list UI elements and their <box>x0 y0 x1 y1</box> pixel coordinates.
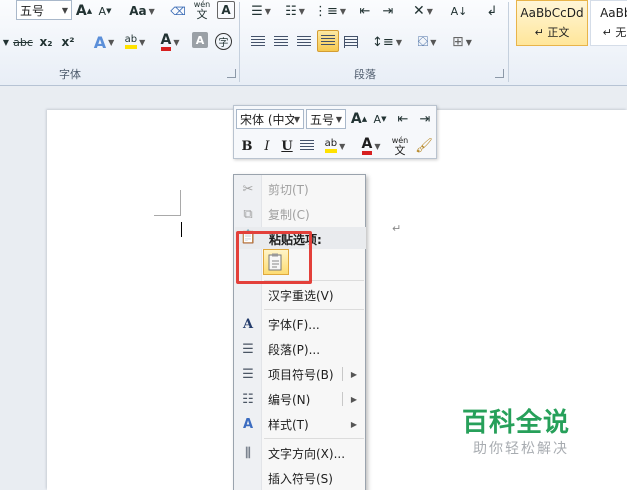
mini-decrease-indent-icon[interactable]: ⇤ <box>394 108 412 130</box>
menu-item-styles[interactable]: A 样式(T) ▶ <box>234 412 365 436</box>
mini-increase-indent-icon[interactable]: ⇥ <box>416 108 434 130</box>
menu-item-cut[interactable]: ✂ 剪切(T) <box>234 177 365 201</box>
superscript-button[interactable]: x² <box>59 31 77 53</box>
menu-item-numbering[interactable]: ☷ 编号(N) ▶ <box>234 387 365 411</box>
font-icon: A <box>242 316 254 332</box>
grow-font-button[interactable]: A ▲ <box>75 0 93 22</box>
align-center-icon[interactable] <box>271 31 291 53</box>
bullets-icon[interactable]: ☰ ▼ <box>248 0 274 22</box>
menu-separator <box>264 438 364 439</box>
style-normal[interactable]: AaBbCcDd ↵ 正文 <box>516 0 588 46</box>
subscript-button[interactable]: x₂ <box>37 31 55 53</box>
context-menu: ✂ 剪切(T) ⧉ 复制(C) 📋 粘贴选项: 汉字重选(V) A 字体(F).… <box>233 174 366 490</box>
enclose-char-button[interactable]: 字 <box>215 33 232 50</box>
style-no-spacing[interactable]: AaBbC ↵ 无间 <box>590 0 627 46</box>
group-divider <box>508 2 509 82</box>
mini-center-icon[interactable] <box>298 135 316 157</box>
shading-bucket-icon[interactable]: ⛋ ▼ <box>412 31 442 53</box>
mini-toolbar: 宋体 (中文 ▼ 五号 ▼ A ▲ A ▼ ⇤ ⇥ B I U ab ▼ A ▼ wén… <box>233 105 437 159</box>
numbering-icon[interactable]: ☷ ▼ <box>282 0 308 22</box>
chevron-right-icon[interactable]: ▶ <box>351 395 357 404</box>
scissors-icon: ✂ <box>242 181 254 197</box>
text-direction-icon: ⫼ <box>245 445 251 461</box>
mini-italic-button[interactable]: I <box>258 135 276 157</box>
watermark-subtitle: 助你轻松解决 <box>473 441 569 457</box>
mini-font-color-button[interactable]: A ▼ <box>356 135 386 157</box>
menu-item-font[interactable]: A 字体(F)... <box>234 312 365 336</box>
mini-font-size-combo[interactable]: 五号 ▼ <box>306 109 346 129</box>
numbering-icon: ☷ <box>242 391 254 407</box>
red-highlight-box <box>236 231 312 284</box>
paragraph-icon: ☰ <box>242 341 254 357</box>
phonetic-guide-button[interactable]: wén 文 <box>192 0 212 21</box>
submenu-divider <box>342 392 343 406</box>
shrink-font-button[interactable]: A ▼ <box>96 0 114 22</box>
increase-indent-icon[interactable]: ⇥ <box>378 0 398 22</box>
text-cursor <box>181 222 182 237</box>
justify-icon[interactable] <box>317 30 339 52</box>
mini-underline-button[interactable]: U <box>278 135 296 157</box>
menu-item-text-direction[interactable]: ⫼ 文字方向(X)... <box>234 441 365 465</box>
distributed-icon[interactable] <box>341 31 361 53</box>
chevron-down-icon[interactable]: ▼ <box>291 110 303 128</box>
text-effects-button[interactable]: A ▼ <box>90 31 118 53</box>
font-size-combo[interactable]: 五号 ▼ <box>16 0 72 20</box>
font-group-label: 字体 <box>59 68 81 81</box>
chinese-layout-icon[interactable]: ✕ ▼ <box>408 0 438 22</box>
sort-icon[interactable]: A↓ <box>449 0 469 22</box>
bullets-icon: ☰ <box>242 366 254 382</box>
font-dialog-launcher-icon[interactable] <box>227 69 236 78</box>
ribbon: 五号 ▼ A ▲ A ▼ Aa ▼ ⌫ wén 文 A ▼ abc x₂ x² A ▼ a… <box>0 0 627 86</box>
font-color-button[interactable]: A ▼ <box>155 31 185 53</box>
align-right-icon[interactable] <box>294 31 314 53</box>
line-spacing-icon[interactable]: ↕≡ ▼ <box>372 31 402 53</box>
menu-item-copy[interactable]: ⧉ 复制(C) <box>234 202 365 226</box>
mini-font-name-combo[interactable]: 宋体 (中文 ▼ <box>236 109 304 129</box>
group-divider <box>239 2 240 82</box>
page-margin-corner <box>180 190 181 216</box>
show-marks-icon[interactable]: ↲ <box>482 0 502 22</box>
chevron-right-icon[interactable]: ▶ <box>351 370 357 379</box>
chevron-down-icon[interactable]: ▼ <box>59 1 71 19</box>
mini-shrink-font-button[interactable]: A ▼ <box>371 108 389 130</box>
paragraph-dialog-launcher-icon[interactable] <box>495 69 504 78</box>
borders-icon[interactable]: ⊞ ▼ <box>447 31 477 53</box>
align-left-icon[interactable] <box>248 31 268 53</box>
mini-highlight-button[interactable]: ab ▼ <box>320 135 350 157</box>
styles-icon: A <box>242 416 254 432</box>
mini-phonetic-guide-button[interactable]: wén 文 <box>390 135 410 157</box>
menu-item-reconvert[interactable]: 汉字重选(V) <box>234 283 365 307</box>
page-margin-corner <box>154 215 181 216</box>
menu-separator <box>264 309 364 310</box>
submenu-divider <box>342 367 343 381</box>
strikethrough-button[interactable]: abc <box>12 31 34 53</box>
copy-icon: ⧉ <box>243 206 253 222</box>
format-painter-icon[interactable]: 🖌 <box>414 135 434 157</box>
paragraph-mark: ↵ <box>392 222 402 235</box>
clear-format-icon[interactable]: ⌫ <box>168 0 188 22</box>
chevron-down-icon[interactable]: ▼ <box>0 31 12 53</box>
char-border-button[interactable]: A <box>217 1 235 19</box>
chevron-right-icon[interactable]: ▶ <box>351 420 357 429</box>
menu-item-insert-symbol[interactable]: 插入符号(S) <box>234 466 365 490</box>
chevron-down-icon[interactable]: ▼ <box>333 110 345 128</box>
decrease-indent-icon[interactable]: ⇤ <box>355 0 375 22</box>
mini-grow-font-button[interactable]: A ▲ <box>350 108 368 130</box>
highlight-color-button[interactable]: ab ▼ <box>120 31 150 53</box>
change-case-button[interactable]: Aa ▼ <box>128 0 156 22</box>
char-shading-button[interactable]: A <box>192 32 208 48</box>
menu-item-paragraph[interactable]: ☰ 段落(P)... <box>234 337 365 361</box>
mini-bold-button[interactable]: B <box>238 135 256 157</box>
menu-item-bullets[interactable]: ☰ 项目符号(B) ▶ <box>234 362 365 386</box>
paragraph-group-label: 段落 <box>354 68 376 81</box>
watermark-title: 百科全说 <box>462 408 571 438</box>
multilevel-list-icon[interactable]: ⋮≡ ▼ <box>314 0 346 22</box>
